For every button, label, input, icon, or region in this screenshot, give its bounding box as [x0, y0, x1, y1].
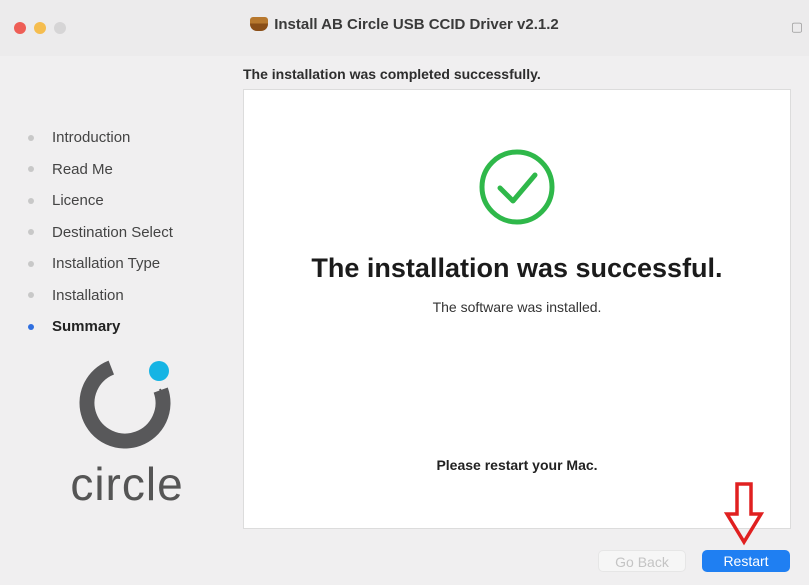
checkmark-circle-icon	[479, 149, 555, 225]
window-title-container: Install AB Circle USB CCID Driver v2.1.2	[0, 16, 809, 38]
success-subtitle: The software was installed.	[432, 299, 602, 315]
lock-icon: ▢	[790, 19, 803, 34]
step-label: Summary	[52, 318, 121, 336]
step-destination-select: Destination Select	[28, 217, 173, 249]
step-installation-type: Installation Type	[28, 248, 173, 280]
circle-logo-mark	[79, 357, 171, 449]
step-bullet	[28, 134, 34, 141]
step-label: Licence	[52, 192, 104, 210]
step-bullet	[28, 260, 34, 267]
step-bullet	[28, 197, 34, 204]
circle-logo: circle	[52, 345, 202, 515]
step-label: Read Me	[52, 160, 113, 178]
go-back-button[interactable]: Go Back	[598, 550, 686, 572]
step-bullet	[28, 292, 34, 299]
step-bullet	[28, 166, 34, 173]
window-title: Install AB Circle USB CCID Driver v2.1.2	[274, 16, 559, 33]
step-bullet	[28, 229, 34, 236]
step-label: Installation Type	[52, 255, 161, 273]
content-panel: The installation was successful. The sof…	[243, 89, 791, 529]
step-bullet-active	[28, 323, 34, 330]
title-bar: Install AB Circle USB CCID Driver v2.1.2…	[0, 0, 809, 56]
success-title: The installation was successful.	[311, 253, 723, 283]
step-label: Introduction	[52, 129, 131, 147]
installer-steps: Introduction Read Me Licence Destination…	[28, 122, 173, 343]
package-icon	[250, 17, 269, 31]
restart-note: Please restart your Mac.	[436, 457, 598, 473]
step-installation: Installation	[28, 280, 173, 312]
step-label: Destination Select	[52, 223, 173, 241]
step-summary: Summary	[28, 311, 173, 343]
page-heading: The installation was completed successfu…	[243, 66, 541, 82]
step-licence: Licence	[28, 185, 173, 217]
step-read-me: Read Me	[28, 154, 173, 186]
logo-wordmark: circle	[70, 458, 184, 510]
restart-button[interactable]: Restart	[702, 550, 790, 572]
step-introduction: Introduction	[28, 122, 173, 154]
step-label: Installation	[52, 286, 124, 304]
down-arrow-icon	[723, 482, 765, 546]
